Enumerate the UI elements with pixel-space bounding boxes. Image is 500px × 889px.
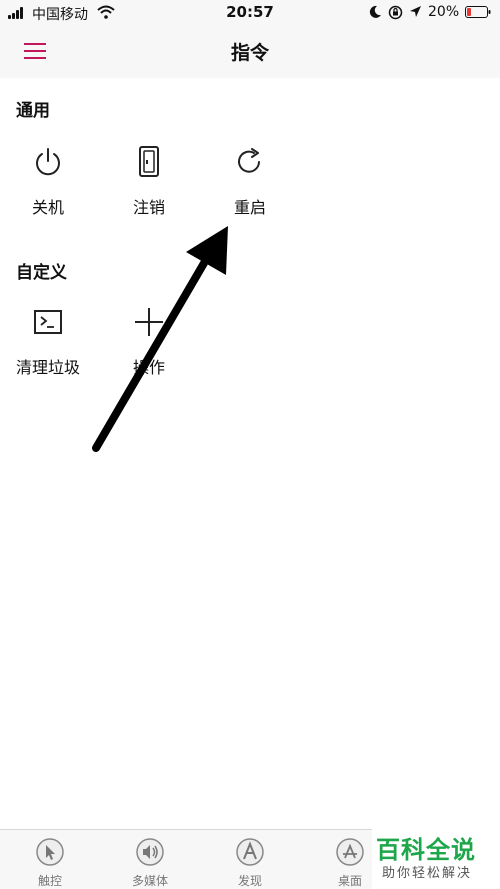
- door-icon: [139, 146, 159, 177]
- shutdown-command[interactable]: 关机: [0, 146, 98, 226]
- do-not-disturb-icon: [369, 5, 381, 18]
- watermark-subtitle: 助你轻松解决: [382, 866, 473, 881]
- restart-command[interactable]: 重启: [200, 146, 300, 226]
- navigation-bar: 指令: [0, 26, 500, 78]
- plus-icon: [135, 308, 163, 336]
- tab-touch[interactable]: 触控: [0, 830, 100, 889]
- speaker-icon: [136, 838, 164, 866]
- battery-icon: [465, 6, 491, 18]
- status-bar: 中国移动 20:57 20%: [0, 0, 500, 26]
- app-store-icon: [336, 838, 364, 866]
- terminal-icon: [34, 310, 62, 334]
- command-label: 清理垃圾: [15, 358, 80, 377]
- logout-command[interactable]: 注销: [99, 146, 199, 226]
- command-label: 操作: [132, 358, 165, 377]
- cursor-icon: [36, 838, 64, 866]
- battery-percentage: 20%: [428, 4, 460, 20]
- tab-label: 触控: [37, 874, 62, 888]
- watermark-title: 百科全说: [376, 836, 476, 864]
- letter-a-icon: [236, 838, 264, 866]
- annotation-arrow: [92, 226, 228, 452]
- section-title-general: 通用: [16, 101, 50, 121]
- tab-label: 发现: [237, 874, 262, 888]
- status-time: 20:57: [226, 3, 274, 21]
- watermark-logo: 百科全说 助你轻松解决: [372, 828, 500, 889]
- location-arrow-icon: [410, 6, 421, 17]
- tab-label: 多媒体: [131, 874, 168, 888]
- restart-icon: [238, 148, 260, 173]
- command-label: 重启: [233, 198, 266, 217]
- section-title-custom: 自定义: [16, 263, 67, 283]
- screen: 中国移动 20:57 20% 指令 通用 关机 注销 重启 自定义 清理垃圾 操…: [0, 0, 500, 889]
- power-icon: [36, 148, 60, 176]
- clean-junk-command[interactable]: 清理垃圾: [0, 306, 98, 386]
- add-operation-command[interactable]: 操作: [99, 306, 199, 386]
- tab-discover[interactable]: 发现: [200, 830, 300, 889]
- tab-multimedia[interactable]: 多媒体: [100, 830, 200, 889]
- command-label: 关机: [31, 198, 64, 217]
- command-label: 注销: [132, 198, 165, 217]
- rotation-lock-icon: [388, 5, 403, 20]
- page-title: 指令: [230, 42, 269, 64]
